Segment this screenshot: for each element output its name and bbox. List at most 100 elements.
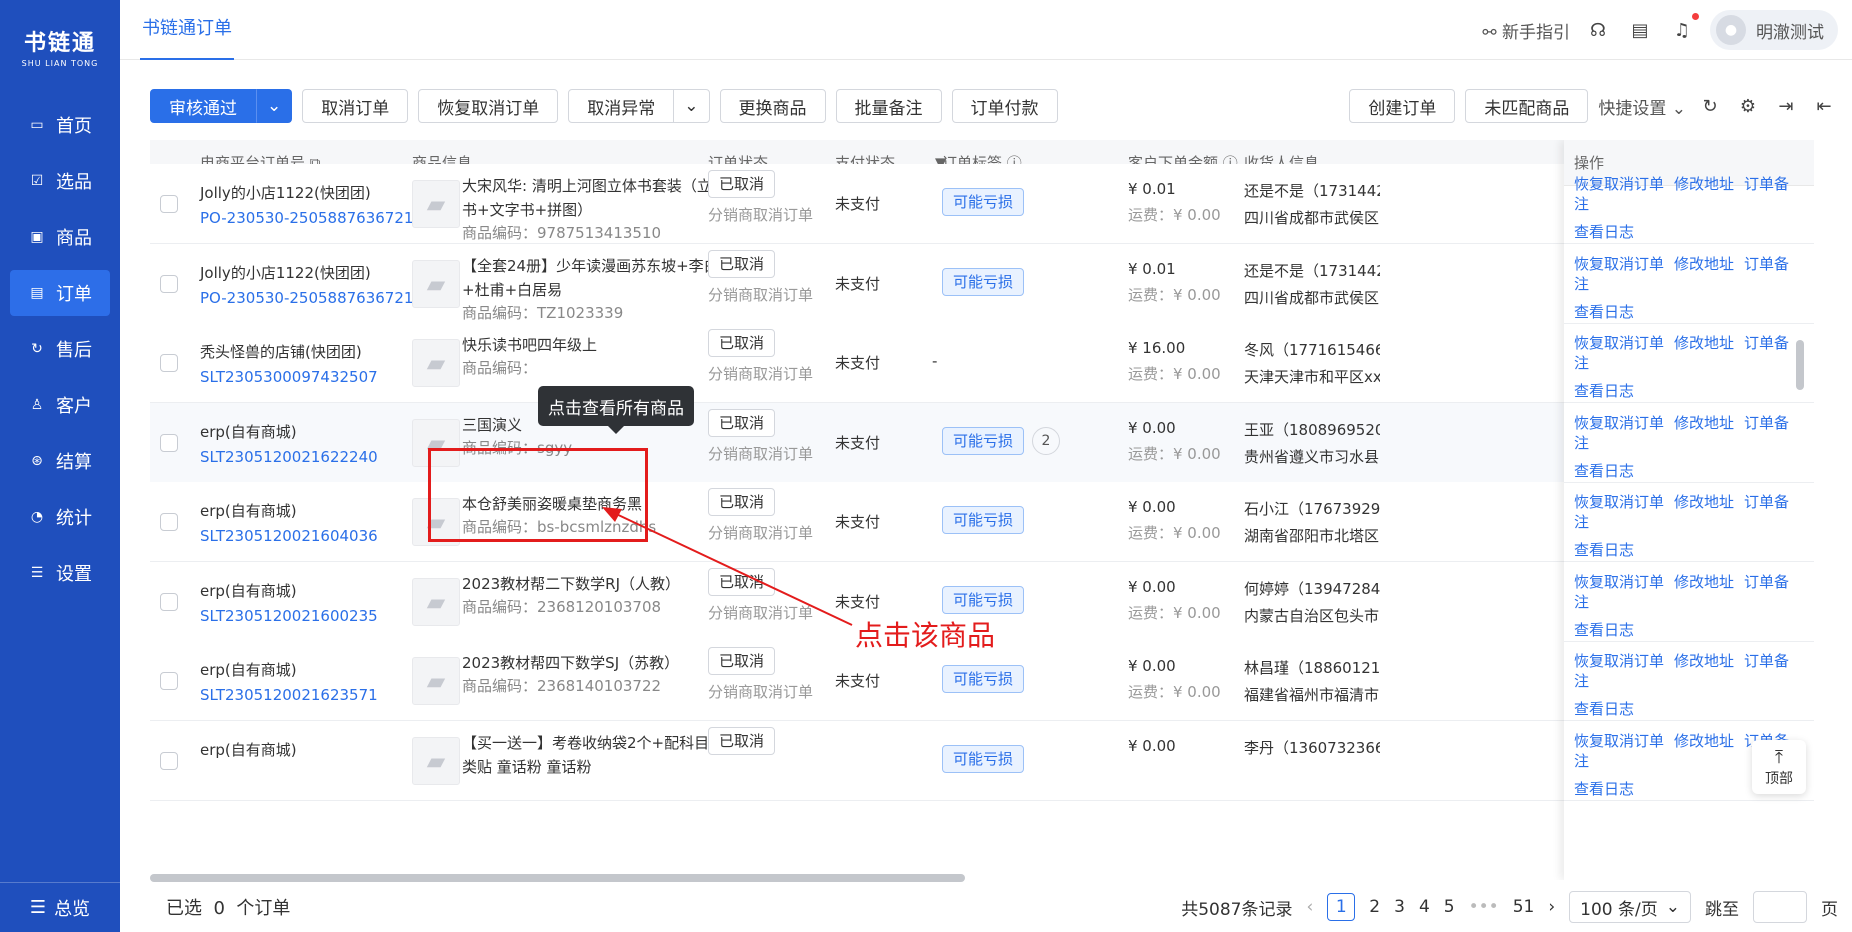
row-checkbox[interactable] [160,751,178,774]
row-checkbox[interactable] [160,672,178,694]
order-number-link[interactable]: PO-230530-250588763672168 [200,289,433,307]
edit-address-link[interactable]: 修改地址 [1674,732,1734,750]
restore-cancel-button[interactable]: 恢复取消订单 [418,89,559,123]
export-icon[interactable]: ⇥ [1772,92,1800,120]
view-log-link[interactable]: 查看日志 [1574,223,1634,241]
goods-name[interactable]: 快乐读书吧四年级上 [462,333,732,357]
restore-cancel-link[interactable]: 恢复取消订单 [1574,334,1664,352]
edit-address-link[interactable]: 修改地址 [1674,255,1734,273]
user-menu[interactable]: ● 明澈测试 [1710,10,1838,50]
view-log-link[interactable]: 查看日志 [1574,541,1634,559]
page-3[interactable]: 3 [1394,897,1405,917]
approve-button[interactable]: 审核通过 [150,89,256,123]
goods-name[interactable]: 2023教材帮四下数学SJ（苏教） [462,651,732,675]
quick-settings-dropdown[interactable]: 快捷设置 ⌄ [1598,94,1686,119]
guide-link[interactable]: ⚯ 新手指引 [1482,18,1570,43]
restore-cancel-link[interactable]: 恢复取消订单 [1574,493,1664,511]
order-number-link[interactable]: PO-230530-250588763672168 [200,209,433,227]
jump-input[interactable] [1753,891,1807,923]
chevron-down-icon[interactable]: ⌄ [256,89,293,123]
headset-icon[interactable]: ☊ [1584,16,1612,44]
goods-thumbnail[interactable]: ▰ [412,259,460,308]
row-checkbox[interactable] [160,513,178,535]
sidebar-item-8[interactable]: ☰ 设置 [10,550,110,596]
restore-cancel-link[interactable]: 恢复取消订单 [1574,175,1664,193]
row-checkbox[interactable] [160,433,178,456]
view-log-link[interactable]: 查看日志 [1574,303,1634,321]
vertical-scrollbar[interactable] [1796,340,1804,390]
goods-thumbnail[interactable]: ▰ [412,577,460,626]
restore-cancel-link[interactable]: 恢复取消订单 [1574,414,1664,432]
prev-page-icon[interactable]: ‹ [1306,897,1313,917]
goods-thumbnail[interactable]: ▰ [412,180,460,228]
goods-name[interactable]: 【全套24册】少年读漫画苏东坡+李白+杜甫+白居易 [462,254,732,302]
row-checkbox[interactable] [160,354,178,376]
order-number-link[interactable]: SLT2305120021604036 [200,527,378,545]
row-checkbox[interactable] [160,274,178,297]
goods-thumbnail[interactable]: ▰ [412,339,460,387]
page-5[interactable]: 5 [1444,897,1455,917]
page-2[interactable]: 2 [1369,897,1380,917]
goods-thumbnail[interactable]: ▰ [412,736,460,785]
sidebar-item-4[interactable]: ↻ 售后 [10,326,110,372]
horizontal-scrollbar[interactable] [150,874,965,882]
page-4[interactable]: 4 [1419,897,1430,917]
restore-cancel-link[interactable]: 恢复取消订单 [1574,255,1664,273]
page-ellipsis[interactable]: ••• [1469,897,1499,917]
gear-icon[interactable]: ⚙ [1734,92,1762,120]
goods-name[interactable]: 大宋风华: 清明上河图立体书套装（立体书+文字书+拼图） [462,174,732,222]
sidebar-item-0[interactable]: ▭ 首页 [10,102,110,148]
view-log-link[interactable]: 查看日志 [1574,382,1634,400]
goods-name[interactable]: 2023教材帮二下数学RJ（人教） [462,572,732,596]
logo[interactable]: 书链通 SHU LIAN TONG [0,0,120,92]
row-checkbox[interactable] [160,592,178,615]
sidebar-item-3[interactable]: ▤ 订单 [10,270,110,316]
cancel-exception-button[interactable]: 取消异常 [568,89,675,123]
cancel-order-button[interactable]: 取消订单 [302,89,409,123]
notebook-icon[interactable]: ▤ [1626,16,1654,44]
edit-address-link[interactable]: 修改地址 [1674,493,1734,511]
import-icon[interactable]: ⇤ [1810,92,1838,120]
edit-address-link[interactable]: 修改地址 [1674,573,1734,591]
chevron-down-icon[interactable]: ⌄ [673,89,710,123]
page-last[interactable]: 51 [1513,897,1535,917]
order-number-link[interactable]: SLT2305120021600235 [200,607,378,625]
order-number-link[interactable]: SLT2305120021622240 [200,448,378,466]
edit-address-link[interactable]: 修改地址 [1674,652,1734,670]
sidebar-item-1[interactable]: ☑ 选品 [10,158,110,204]
overview-button[interactable]: ☰ 总览 [0,882,120,932]
edit-address-link[interactable]: 修改地址 [1674,334,1734,352]
restore-cancel-link[interactable]: 恢复取消订单 [1574,652,1664,670]
tag-count-badge[interactable]: 2 [1032,426,1061,455]
view-log-link[interactable]: 查看日志 [1574,462,1634,480]
create-order-button[interactable]: 创建订单 [1349,89,1456,123]
restore-cancel-link[interactable]: 恢复取消订单 [1574,732,1664,750]
goods-thumbnail[interactable]: ▰ [412,657,460,705]
refresh-icon[interactable]: ↻ [1696,92,1724,120]
page-size-select[interactable]: 100 条/页 ⌄ [1569,891,1691,923]
view-log-link[interactable]: 查看日志 [1574,780,1634,798]
page-1[interactable]: 1 [1327,893,1356,921]
sidebar-item-label: 订单 [56,284,92,305]
edit-address-link[interactable]: 修改地址 [1674,414,1734,432]
bell-icon[interactable]: ♫ [1668,13,1699,44]
tab-orders[interactable]: 书链通订单 [140,0,234,60]
edit-address-link[interactable]: 修改地址 [1674,175,1734,193]
restore-cancel-link[interactable]: 恢复取消订单 [1574,573,1664,591]
batch-note-button[interactable]: 批量备注 [835,89,942,123]
sidebar-item-7[interactable]: ◔ 统计 [10,494,110,540]
sidebar-item-6[interactable]: ⊛ 结算 [10,438,110,484]
row-checkbox[interactable] [160,195,178,217]
order-number-link[interactable]: SLT2305120021623571 [200,686,378,704]
order-pay-button[interactable]: 订单付款 [951,89,1058,123]
sidebar-item-2[interactable]: ▣ 商品 [10,214,110,260]
goods-name[interactable]: 【买一送一】考卷收纳袋2个+配科目分类贴 童话粉 童话粉 [462,731,732,779]
back-to-top-button[interactable]: ⤒ 顶部 [1752,740,1806,794]
view-log-link[interactable]: 查看日志 [1574,700,1634,718]
next-page-icon[interactable]: › [1548,897,1555,917]
replace-goods-button[interactable]: 更换商品 [719,89,826,123]
unmatched-goods-button[interactable]: 未匹配商品 [1465,89,1589,123]
sidebar-item-5[interactable]: ♙ 客户 [10,382,110,428]
view-log-link[interactable]: 查看日志 [1574,621,1634,639]
order-number-link[interactable]: SLT2305300097432507 [200,368,378,386]
